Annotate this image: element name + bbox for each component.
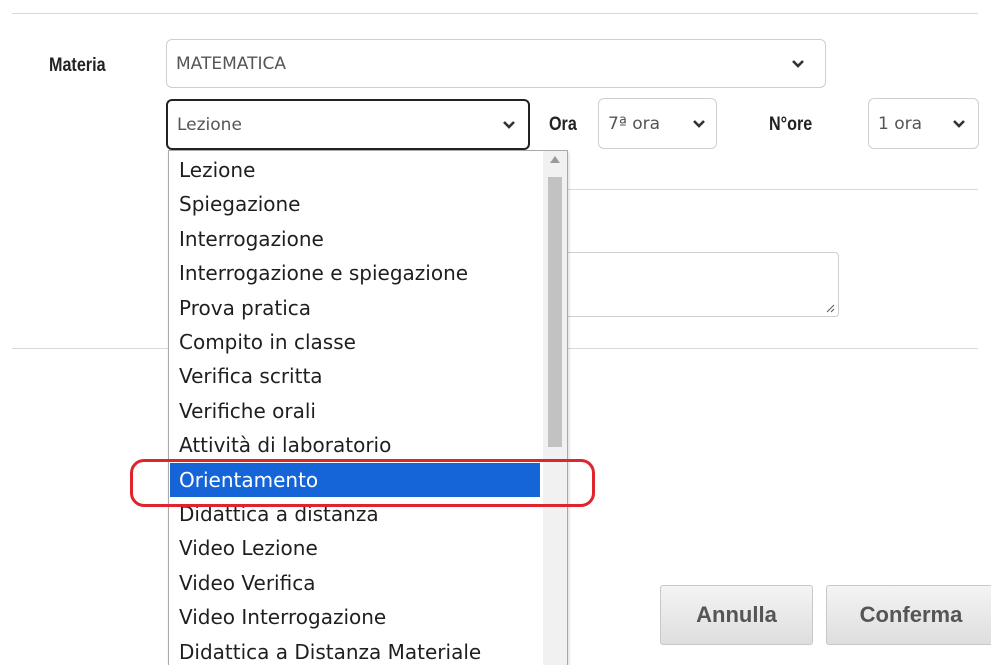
dropdown-option[interactable]: Lezione [170, 153, 540, 187]
materia-label: Materia [49, 55, 106, 76]
chevron-down-icon [792, 59, 804, 68]
dropdown-option[interactable]: Video Lezione [170, 531, 540, 565]
dropdown-option[interactable]: Verifica scritta [170, 359, 540, 393]
section-divider [567, 189, 978, 190]
tipo-dropdown-list[interactable]: Lezione Spiegazione Interrogazione Interrog… [168, 150, 568, 665]
dropdown-option[interactable]: Video Interrogazione [170, 600, 540, 634]
dropdown-option[interactable]: Attività di laboratorio [170, 428, 540, 462]
dropdown-option[interactable]: Didattica a Distanza Materiale [170, 635, 540, 665]
dropdown-option[interactable]: Compito in classe [170, 325, 540, 359]
dropdown-option[interactable]: Prova pratica [170, 291, 540, 325]
resize-grip-icon[interactable] [825, 303, 835, 313]
dropdown-option[interactable]: Didattica a distanza [170, 497, 540, 531]
chevron-down-icon [953, 119, 965, 128]
nore-label: N°ore [769, 114, 813, 135]
materia-select[interactable]: MATEMATICA [166, 39, 826, 88]
dropdown-option[interactable]: Orientamento [170, 462, 540, 497]
tipo-select[interactable]: Lezione [166, 99, 530, 150]
dropdown-option[interactable]: Spiegazione [170, 187, 540, 221]
chevron-down-icon [693, 119, 705, 128]
tipo-value: Lezione [177, 114, 242, 135]
top-divider [12, 13, 978, 14]
ora-select[interactable]: 7ª ora [598, 98, 717, 149]
nore-value: 1 ora [878, 113, 923, 134]
scrollbar-thumb[interactable] [548, 177, 562, 447]
dropdown-scrollbar[interactable] [543, 151, 567, 665]
dropdown-option[interactable]: Verifiche orali [170, 394, 540, 428]
chevron-down-icon [503, 120, 515, 129]
nore-select[interactable]: 1 ora [868, 98, 979, 149]
materia-value: MATEMATICA [176, 53, 286, 74]
ora-label: Ora [549, 114, 577, 135]
dropdown-option[interactable]: Video Verifica [170, 566, 540, 600]
conferma-button[interactable]: Conferma [826, 585, 991, 645]
ora-value: 7ª ora [608, 113, 661, 134]
dropdown-option[interactable]: Interrogazione [170, 222, 540, 256]
dropdown-option[interactable]: Interrogazione e spiegazione [170, 256, 540, 290]
scroll-up-arrow-icon[interactable] [550, 156, 560, 163]
argomento-textarea[interactable] [540, 252, 839, 317]
annulla-button[interactable]: Annulla [660, 585, 813, 645]
